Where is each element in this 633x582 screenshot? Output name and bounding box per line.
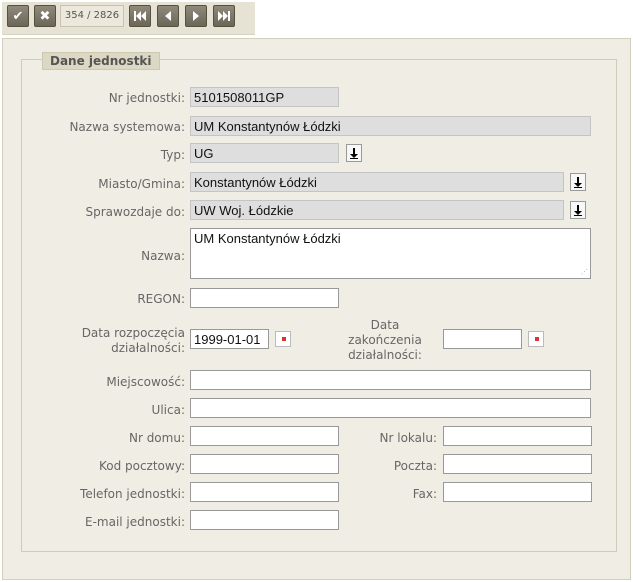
nr-jednostki-field: 5101508011GP bbox=[190, 87, 339, 107]
miasto-gmina-select[interactable]: Konstantynów Łódzki bbox=[190, 172, 564, 192]
first-record-button[interactable] bbox=[129, 5, 151, 27]
arrow-down-icon bbox=[350, 148, 358, 159]
miasto-gmina-label: Miasto/Gmina: bbox=[98, 177, 185, 191]
nr-domu-label: Nr domu: bbox=[128, 431, 185, 445]
sprawozdaje-do-dropdown-button[interactable] bbox=[570, 201, 586, 219]
miejscowosc-label: Miejscowość: bbox=[106, 375, 185, 389]
last-record-button[interactable] bbox=[213, 5, 235, 27]
kod-pocztowy-input[interactable] bbox=[190, 454, 339, 474]
section-title: Dane jednostki bbox=[42, 52, 160, 70]
record-counter: 354 / 2826 bbox=[60, 5, 124, 27]
data-zakonczenia-label: Data zakończenia działalności: bbox=[348, 318, 422, 362]
next-record-button[interactable] bbox=[185, 5, 207, 27]
cancel-button[interactable]: ✖ bbox=[34, 5, 56, 27]
poczta-label: Poczta: bbox=[393, 459, 437, 473]
email-label: E-mail jednostki: bbox=[84, 515, 185, 529]
email-input[interactable] bbox=[190, 510, 339, 530]
prev-icon bbox=[165, 11, 171, 21]
telefon-input[interactable] bbox=[190, 482, 339, 502]
kod-pocztowy-label: Kod pocztowy: bbox=[98, 459, 185, 473]
arrow-down-icon bbox=[574, 177, 582, 188]
toolbar: ✔ ✖ 354 / 2826 bbox=[2, 2, 255, 35]
data-rozpoczecia-label: Data rozpoczęcia działalności: bbox=[81, 326, 185, 355]
telefon-label: Telefon jednostki: bbox=[80, 487, 185, 501]
miasto-gmina-dropdown-button[interactable] bbox=[570, 173, 586, 191]
typ-select[interactable]: UG bbox=[190, 143, 339, 163]
regon-input[interactable] bbox=[190, 288, 339, 308]
ulica-input[interactable] bbox=[190, 398, 591, 418]
nr-jednostki-label: Nr jednostki: bbox=[108, 91, 185, 105]
nazwa-textarea[interactable]: UM Konstantynów Łódzki ⋰ bbox=[190, 228, 591, 279]
typ-label: Typ: bbox=[160, 148, 185, 162]
sprawozdaje-do-select[interactable]: UW Woj. Łódzkie bbox=[190, 200, 564, 220]
sprawozdaje-do-label: Sprawozdaje do: bbox=[85, 205, 185, 219]
fax-label: Fax: bbox=[412, 487, 437, 501]
data-rozpoczecia-input[interactable]: 1999-01-01 bbox=[190, 329, 269, 349]
nr-lokalu-input[interactable] bbox=[443, 426, 592, 446]
next-icon bbox=[193, 11, 199, 21]
calendar-icon[interactable] bbox=[275, 331, 291, 347]
form-panel: Dane jednostki Nr jednostki: 5101508011G… bbox=[2, 38, 631, 580]
arrow-down-icon bbox=[574, 205, 582, 216]
regon-label: REGON: bbox=[137, 292, 185, 306]
data-zakonczenia-input[interactable] bbox=[443, 329, 522, 349]
ulica-label: Ulica: bbox=[151, 403, 185, 417]
last-icon bbox=[218, 11, 230, 21]
nazwa-value: UM Konstantynów Łódzki bbox=[194, 231, 341, 246]
calendar-icon[interactable] bbox=[528, 331, 544, 347]
prev-record-button[interactable] bbox=[157, 5, 179, 27]
first-icon bbox=[134, 11, 146, 21]
accept-button[interactable]: ✔ bbox=[7, 5, 29, 27]
nazwa-systemowa-label: Nazwa systemowa: bbox=[69, 120, 185, 134]
checkmark-icon: ✔ bbox=[12, 9, 24, 24]
nazwa-systemowa-field: UM Konstantynów Łódzki bbox=[190, 116, 591, 136]
miejscowosc-input[interactable] bbox=[190, 370, 591, 390]
nazwa-label: Nazwa: bbox=[141, 249, 185, 263]
typ-dropdown-button[interactable] bbox=[346, 144, 362, 162]
nr-domu-input[interactable] bbox=[190, 426, 339, 446]
nr-lokalu-label: Nr lokalu: bbox=[379, 431, 437, 445]
fax-input[interactable] bbox=[443, 482, 592, 502]
poczta-input[interactable] bbox=[443, 454, 592, 474]
x-icon: ✖ bbox=[39, 9, 51, 24]
resize-grip-icon[interactable]: ⋰ bbox=[581, 268, 588, 276]
